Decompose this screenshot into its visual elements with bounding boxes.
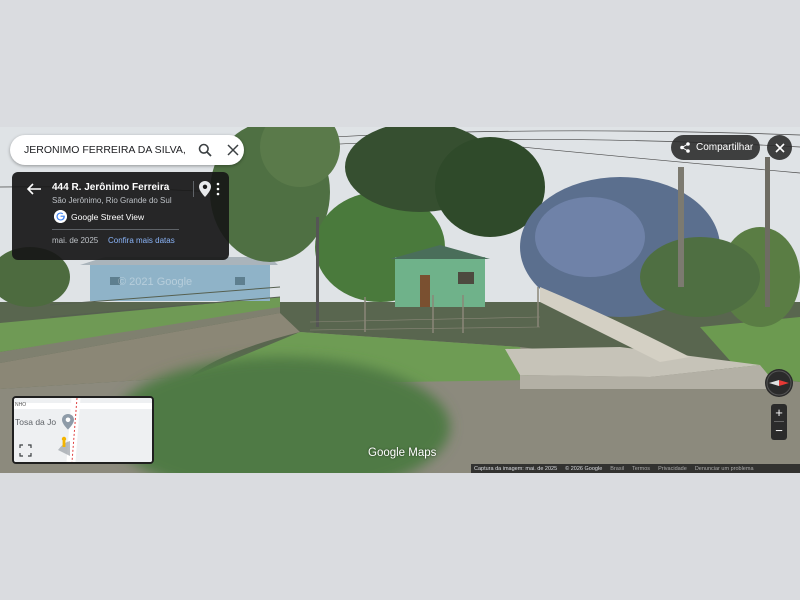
street-view-viewer[interactable]: © 2021 Google 444 R. Jerônimo Ferreira S…: [0, 127, 800, 473]
address-title: 444 R. Jerônimo Ferreira: [52, 182, 170, 193]
zoom-control: + −: [771, 404, 787, 440]
divider: [193, 181, 194, 197]
capture-date: mai. de 2025: [52, 236, 99, 245]
more-options-icon[interactable]: [214, 181, 222, 197]
minimap-road-label: NHO: [15, 402, 26, 408]
minimap-place-label: Tosa da Jo: [15, 417, 56, 427]
compass-button[interactable]: [765, 369, 793, 397]
minimap[interactable]: NHO Tosa da Jo: [12, 396, 154, 464]
country-link[interactable]: Brasil: [610, 466, 624, 472]
divider: [52, 229, 179, 230]
zoom-in-button[interactable]: +: [771, 404, 787, 421]
compass-icon: [766, 370, 792, 396]
report-problem-link[interactable]: Denunciar um problema: [695, 466, 754, 472]
location-info-card: 444 R. Jerônimo Ferreira São Jerônimo, R…: [12, 172, 229, 260]
terms-link[interactable]: Termos: [632, 466, 650, 472]
see-more-dates-link[interactable]: Confira mais datas: [108, 236, 175, 245]
close-icon: [774, 142, 785, 153]
search-icon[interactable]: [194, 139, 216, 161]
share-label: Compartilhar: [696, 142, 754, 153]
zoom-out-button[interactable]: −: [771, 422, 787, 439]
capture-info: Captura da imagem: mai. de 2025: [474, 465, 558, 472]
copyright: © 2026 Google: [565, 465, 603, 472]
watermark: © 2021 Google: [118, 276, 192, 288]
map-pin-icon[interactable]: [199, 181, 211, 197]
share-button[interactable]: Compartilhar: [671, 135, 760, 160]
share-icon: [680, 142, 690, 153]
privacy-link[interactable]: Privacidade: [658, 466, 687, 472]
street-view-source: Google Street View: [71, 212, 145, 222]
pegman-icon: [61, 436, 67, 442]
back-arrow-icon[interactable]: [26, 182, 42, 196]
attribution-bar: Captura da imagem: mai. de 2025 © 2026 G…: [471, 464, 800, 473]
google-maps-logo: Google Maps: [368, 447, 437, 459]
search-box[interactable]: [10, 135, 244, 165]
search-input[interactable]: [24, 144, 188, 156]
google-logo-icon: [54, 210, 67, 223]
clear-search-icon[interactable]: [222, 139, 244, 161]
city-subtitle: São Jerônimo, Rio Grande do Sul: [52, 196, 172, 205]
close-street-view-button[interactable]: [767, 135, 792, 160]
